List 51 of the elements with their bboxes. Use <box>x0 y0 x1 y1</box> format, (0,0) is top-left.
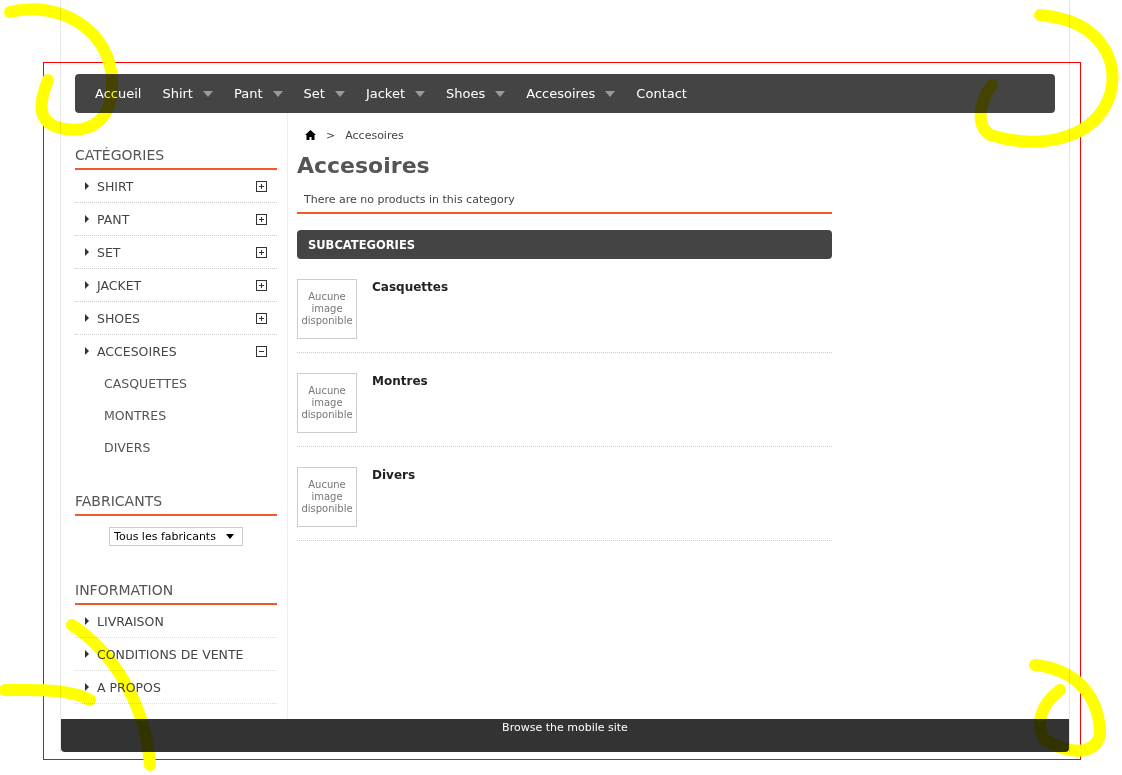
triangle-icon <box>85 617 89 625</box>
nav-link[interactable]: Pant <box>233 86 283 101</box>
manufacturer-dropdown[interactable]: Tous les fabricants <box>109 527 243 546</box>
image-placeholder[interactable]: Aucune image disponible <box>297 279 357 339</box>
category-link[interactable]: SHIRT <box>97 178 256 194</box>
image-placeholder[interactable]: Aucune image disponible <box>297 467 357 527</box>
mobile-site-link[interactable]: Browse the mobile site <box>502 721 628 752</box>
collapse-icon[interactable] <box>256 345 267 357</box>
subcategories-header: SUBCATEGORIES <box>297 230 832 259</box>
triangle-icon <box>85 215 89 223</box>
nav-link[interactable]: Shirt <box>162 86 213 101</box>
triangle-icon <box>85 314 89 322</box>
subcategory-name[interactable]: Divers <box>372 468 416 527</box>
subcategory-name[interactable]: Montres <box>372 374 428 433</box>
expand-icon[interactable] <box>256 279 267 291</box>
triangle-icon <box>85 650 89 658</box>
section-title: INFORMATION <box>75 582 277 605</box>
breadcrumb-current: Accesoires <box>345 128 404 142</box>
category-link[interactable]: SHOES <box>97 310 256 326</box>
nav-link[interactable]: Contact <box>636 86 687 101</box>
section-title: CATÉGORIES <box>75 147 277 170</box>
subcategory-link[interactable]: CASQUETTES <box>104 375 187 391</box>
expand-icon[interactable] <box>256 312 267 324</box>
expand-icon[interactable] <box>256 213 267 225</box>
section-title: FABRICANTS <box>75 493 277 516</box>
empty-category-notice: There are no products in this category <box>297 193 832 214</box>
expand-icon[interactable] <box>256 180 267 192</box>
triangle-icon <box>85 182 89 190</box>
category-link[interactable]: SET <box>97 244 256 260</box>
triangle-icon <box>85 347 89 355</box>
nav-link[interactable]: Accueil <box>95 86 142 101</box>
nav-link[interactable]: Shoes <box>446 86 506 101</box>
nav-link[interactable]: Accesoires <box>526 86 616 101</box>
caret-icon <box>225 534 234 539</box>
category-link[interactable]: PANT <box>97 211 256 227</box>
image-placeholder[interactable]: Aucune image disponible <box>297 373 357 433</box>
page-title: Accesoires <box>297 153 431 178</box>
category-link[interactable]: ACCESOIRES <box>97 343 256 359</box>
subcategory-link[interactable]: MONTRES <box>104 407 167 423</box>
expand-icon[interactable] <box>256 246 267 258</box>
triangle-icon <box>85 248 89 256</box>
information-link[interactable]: LIVRAISON <box>97 613 277 629</box>
category-link[interactable]: JACKET <box>97 277 256 293</box>
nav-link[interactable]: Set <box>303 86 345 101</box>
subcategory-link[interactable]: DIVERS <box>104 439 151 455</box>
nav-link[interactable]: Jacket <box>365 86 425 101</box>
triangle-icon <box>85 281 89 289</box>
subcategory-name[interactable]: Casquettes <box>372 280 449 339</box>
breadcrumb-separator: > <box>326 128 336 142</box>
home-icon[interactable] <box>305 130 316 140</box>
triangle-icon <box>85 683 89 691</box>
